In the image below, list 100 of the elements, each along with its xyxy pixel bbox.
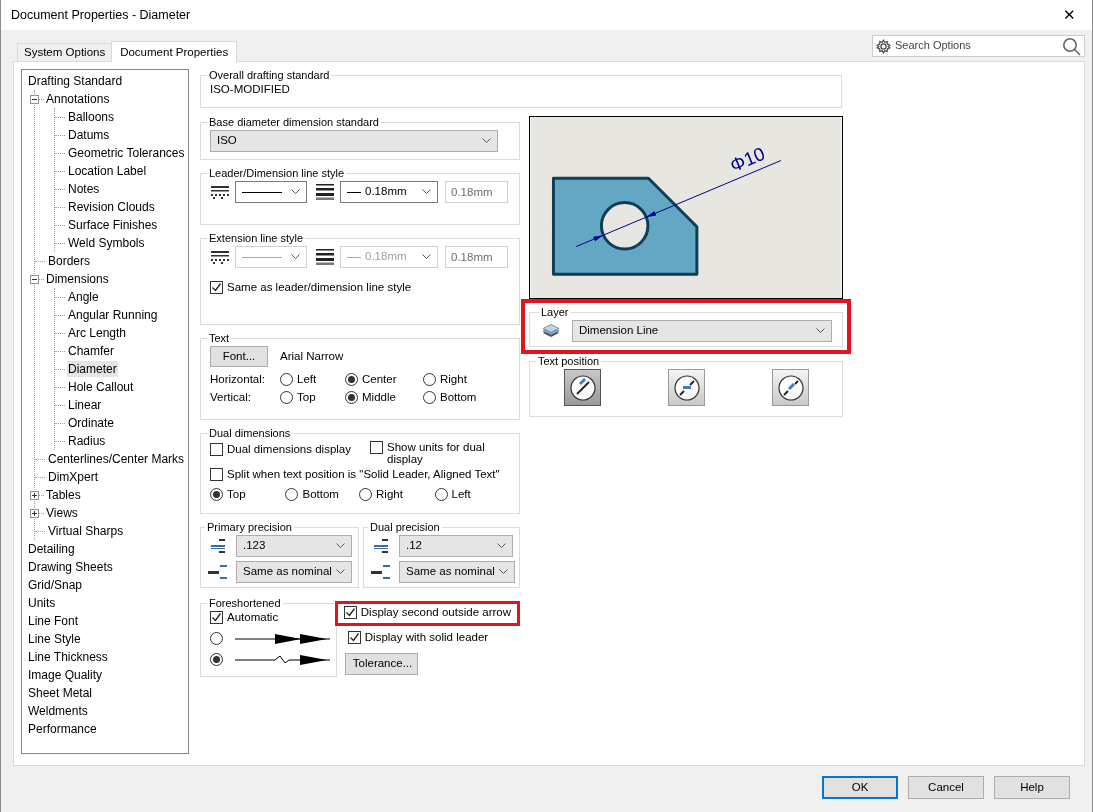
tree-item[interactable]: Grid/Snap xyxy=(27,577,84,593)
expand-icon[interactable] xyxy=(30,490,39,500)
tree-item[interactable]: Image Quality xyxy=(27,667,104,683)
radio-button[interactable] xyxy=(345,373,358,387)
tree-item[interactable]: DimXpert xyxy=(47,469,99,485)
tree-item[interactable]: Revision Clouds xyxy=(67,199,156,215)
tree-item[interactable]: Units xyxy=(27,595,57,611)
window-title: Document Properties - Diameter xyxy=(11,7,191,23)
search-field[interactable]: Search Options xyxy=(872,35,1085,57)
tab[interactable]: Document Properties xyxy=(111,41,238,62)
font-button[interactable]: Font... xyxy=(210,346,268,367)
tree-item[interactable]: Radius xyxy=(67,433,107,449)
collapse-icon[interactable] xyxy=(30,94,39,104)
tree-item[interactable]: Arc Length xyxy=(67,325,128,341)
tree-item[interactable]: Centerlines/Center Marks xyxy=(47,451,186,467)
checkbox[interactable] xyxy=(210,468,223,482)
checkbox[interactable] xyxy=(347,631,361,645)
caret-icon xyxy=(291,254,300,260)
checkbox[interactable] xyxy=(370,441,383,454)
double-arrow-icon xyxy=(235,631,330,646)
tree-item[interactable]: Location Label xyxy=(67,163,148,179)
close-button[interactable]: ✕ xyxy=(1046,0,1092,30)
tree-item[interactable]: Hole Callout xyxy=(67,379,135,395)
search-field[interactable]: Search Options xyxy=(891,39,1062,53)
tree-item[interactable]: Dimensions xyxy=(45,271,110,287)
checkbox-label: Display with solid leader xyxy=(364,630,489,645)
tree-item[interactable]: Notes xyxy=(67,181,101,197)
group-title: Layer xyxy=(540,306,570,318)
tree-item[interactable]: Line Style xyxy=(27,631,82,647)
tree-item[interactable]: Angular Running xyxy=(67,307,159,323)
tree-item[interactable]: Ordinate xyxy=(67,415,116,431)
tree-item[interactable]: Weld Symbols xyxy=(67,235,146,251)
tree-item[interactable]: Geometric Tolerances xyxy=(67,145,186,161)
radio-button[interactable] xyxy=(423,391,436,405)
tree-item[interactable]: Diameter xyxy=(67,361,118,377)
tree-item[interactable]: Borders xyxy=(47,253,92,269)
checkbox[interactable] xyxy=(210,611,223,625)
checkbox-label: Dual dimensions display xyxy=(227,443,351,457)
radio-button[interactable] xyxy=(210,653,223,667)
radio-button[interactable] xyxy=(345,391,358,405)
radio-button[interactable] xyxy=(280,391,293,405)
dropdown[interactable]: Same as nominal xyxy=(236,561,352,583)
checkbox[interactable] xyxy=(343,606,357,620)
zigzag-arrow-icon xyxy=(235,652,330,667)
dialog-button[interactable]: OK xyxy=(822,776,898,799)
dialog-button[interactable]: Help xyxy=(994,776,1070,799)
line-sample-icon xyxy=(347,190,361,194)
tree-item[interactable]: Linear xyxy=(67,397,103,413)
expand-icon[interactable] xyxy=(30,508,39,518)
text-position-button[interactable] xyxy=(668,369,705,406)
field-label: Horizontal: xyxy=(210,373,266,387)
tree-item[interactable]: Performance xyxy=(27,721,98,737)
radio-button[interactable] xyxy=(280,373,293,387)
thickness-dropdown[interactable]: 0.18mm xyxy=(340,181,438,203)
caret-icon xyxy=(497,543,506,549)
tree-item[interactable]: Line Font xyxy=(27,613,80,629)
dialog-button[interactable]: Cancel xyxy=(908,776,984,799)
tree-item[interactable]: Weldments xyxy=(27,703,89,719)
tree-item[interactable]: Datums xyxy=(67,127,111,143)
thickness-field[interactable]: 0.18mm xyxy=(445,181,508,203)
tree-item[interactable]: Tables xyxy=(45,487,82,503)
tree-item[interactable]: Drafting Standard xyxy=(27,73,124,89)
tree-item[interactable]: Virtual Sharps xyxy=(47,523,125,539)
tree-item[interactable]: Views xyxy=(45,505,79,521)
group-title: Foreshortened xyxy=(208,597,282,609)
dropdown[interactable]: Same as nominal xyxy=(399,561,515,583)
radio-button[interactable] xyxy=(359,488,373,502)
caret-icon xyxy=(482,138,491,144)
group-title: Overall drafting standard xyxy=(208,69,331,81)
line-style-dropdown[interactable] xyxy=(235,181,307,203)
tolerance-button[interactable]: Tolerance... xyxy=(344,652,418,675)
text-position-button[interactable] xyxy=(564,369,601,406)
tab[interactable]: System Options xyxy=(17,43,113,61)
radio-label: Right xyxy=(440,373,467,387)
dropdown[interactable]: Dimension Line xyxy=(572,320,832,342)
tree-item[interactable]: Angle xyxy=(67,289,100,305)
tree-item[interactable]: Chamfer xyxy=(67,343,115,359)
standard-value: ISO-MODIFIED xyxy=(210,83,291,97)
radio-button[interactable] xyxy=(210,488,223,502)
dropdown[interactable]: .123 xyxy=(236,535,352,557)
tree-item[interactable]: Line Thickness xyxy=(27,649,109,665)
text-position-button[interactable] xyxy=(772,369,809,406)
tree-item[interactable]: Surface Finishes xyxy=(67,217,159,233)
tree-item[interactable]: Sheet Metal xyxy=(27,685,94,701)
tree-item[interactable]: Detailing xyxy=(27,541,76,557)
radio-button[interactable] xyxy=(434,488,448,502)
line-pattern-icon xyxy=(210,185,230,199)
tree-item[interactable]: Drawing Sheets xyxy=(27,559,114,575)
tree-item[interactable]: Balloons xyxy=(67,109,116,125)
dropdown[interactable]: .12 xyxy=(399,535,513,557)
font-name: Arial Narrow xyxy=(280,349,344,364)
gear-icon xyxy=(876,38,891,54)
radio-button[interactable] xyxy=(210,632,223,646)
checkbox[interactable] xyxy=(210,443,223,457)
radio-button[interactable] xyxy=(423,373,436,387)
radio-button[interactable] xyxy=(285,488,299,502)
caret-icon xyxy=(422,189,431,195)
tree-item[interactable]: Annotations xyxy=(45,91,111,107)
dropdown[interactable]: ISO xyxy=(210,130,498,152)
collapse-icon[interactable] xyxy=(30,274,39,284)
